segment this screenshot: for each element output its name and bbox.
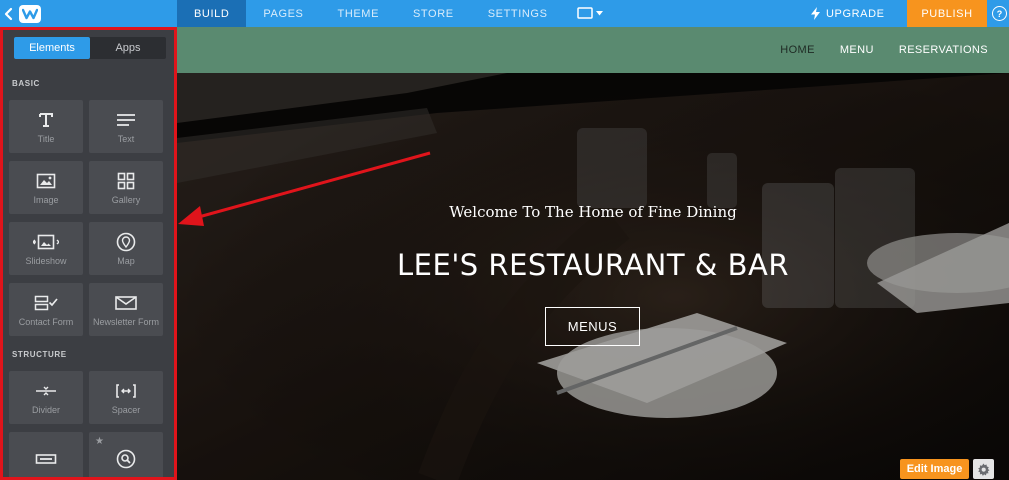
- element-title[interactable]: Title: [9, 100, 83, 153]
- editor-toolbar: BUILD PAGES THEME STORE SETTINGS UPGRADE…: [0, 0, 1009, 27]
- element-label: Gallery: [111, 195, 141, 205]
- element-slideshow[interactable]: Slideshow: [9, 222, 83, 275]
- publish-button[interactable]: PUBLISH: [907, 0, 987, 27]
- spacer-icon: [115, 380, 137, 402]
- element-gallery[interactable]: Gallery: [89, 161, 163, 214]
- basic-elements-grid: Title Text Image Gallery Slideshow Map C…: [9, 100, 174, 336]
- element-image[interactable]: Image: [9, 161, 83, 214]
- site-nav-home[interactable]: HOME: [780, 44, 815, 56]
- caret-down-icon: [595, 11, 603, 16]
- site-header: HOME MENU RESERVATIONS: [177, 27, 1009, 73]
- upgrade-label: UPGRADE: [826, 7, 885, 20]
- desktop-icon: [576, 7, 593, 19]
- element-map[interactable]: Map: [89, 222, 163, 275]
- site-nav-reservations[interactable]: RESERVATIONS: [899, 44, 988, 56]
- chevron-left-icon[interactable]: [0, 0, 18, 27]
- hero-subtitle: Welcome To The Home of Fine Dining: [449, 203, 737, 221]
- help-button[interactable]: ?: [990, 0, 1009, 27]
- text-icon: [116, 109, 136, 131]
- tab-elements[interactable]: Elements: [14, 37, 90, 59]
- image-settings-button[interactable]: [973, 459, 994, 479]
- element-search[interactable]: ★: [89, 432, 163, 477]
- nav-settings[interactable]: SETTINGS: [471, 0, 565, 27]
- element-text[interactable]: Text: [89, 100, 163, 153]
- element-label: Divider: [31, 405, 60, 415]
- edit-image-button[interactable]: Edit Image: [900, 459, 969, 479]
- hero-title: LEE'S RESTAURANT & BAR: [397, 248, 789, 282]
- elements-panel: Elements Apps BASIC Title Text Image Gal…: [0, 27, 177, 480]
- element-contact-form[interactable]: Contact Form: [9, 283, 83, 336]
- map-pin-icon: [116, 231, 136, 253]
- hero-section[interactable]: Welcome To The Home of Fine Dining LEE'S…: [177, 73, 1009, 480]
- editor-nav: BUILD PAGES THEME STORE SETTINGS: [177, 0, 615, 27]
- element-button[interactable]: [9, 432, 83, 477]
- image-icon: [36, 170, 56, 192]
- element-label: Newsletter Form: [92, 317, 159, 327]
- element-label: Contact Form: [18, 317, 74, 327]
- structure-elements-grid: Divider Spacer ★: [9, 371, 174, 477]
- element-label: Spacer: [111, 405, 141, 415]
- element-newsletter-form[interactable]: Newsletter Form: [89, 283, 163, 336]
- help-icon: ?: [992, 6, 1007, 21]
- star-icon: ★: [95, 436, 104, 447]
- nav-pages[interactable]: PAGES: [246, 0, 320, 27]
- nav-store[interactable]: STORE: [396, 0, 471, 27]
- contact-form-icon: [34, 292, 58, 314]
- tab-apps[interactable]: Apps: [90, 37, 166, 59]
- section-label-structure: STRUCTURE: [12, 350, 67, 359]
- lightning-icon: [811, 7, 820, 20]
- element-label: Image: [33, 195, 59, 205]
- element-label: Title: [37, 134, 55, 144]
- element-divider[interactable]: Divider: [9, 371, 83, 424]
- nav-build[interactable]: BUILD: [177, 0, 247, 27]
- divider-icon: [35, 380, 57, 402]
- title-icon: [38, 109, 54, 131]
- element-label: Map: [117, 256, 135, 266]
- element-label: Slideshow: [25, 256, 67, 266]
- search-icon: [116, 448, 136, 470]
- slideshow-icon: [33, 231, 59, 253]
- hero-menus-button[interactable]: MENUS: [545, 307, 640, 346]
- upgrade-button[interactable]: UPGRADE: [811, 0, 885, 27]
- panel-tabs: Elements Apps: [14, 37, 166, 59]
- site-nav-menu[interactable]: MENU: [840, 44, 874, 56]
- button-icon: [35, 448, 57, 470]
- element-spacer[interactable]: Spacer: [89, 371, 163, 424]
- nav-theme[interactable]: THEME: [321, 0, 397, 27]
- envelope-icon: [115, 292, 137, 314]
- weebly-logo-icon[interactable]: [18, 4, 42, 24]
- gallery-icon: [117, 170, 135, 192]
- gear-icon: [978, 462, 990, 476]
- device-preview-toggle[interactable]: [565, 0, 615, 27]
- section-label-basic: BASIC: [12, 79, 40, 88]
- element-label: Text: [117, 134, 135, 144]
